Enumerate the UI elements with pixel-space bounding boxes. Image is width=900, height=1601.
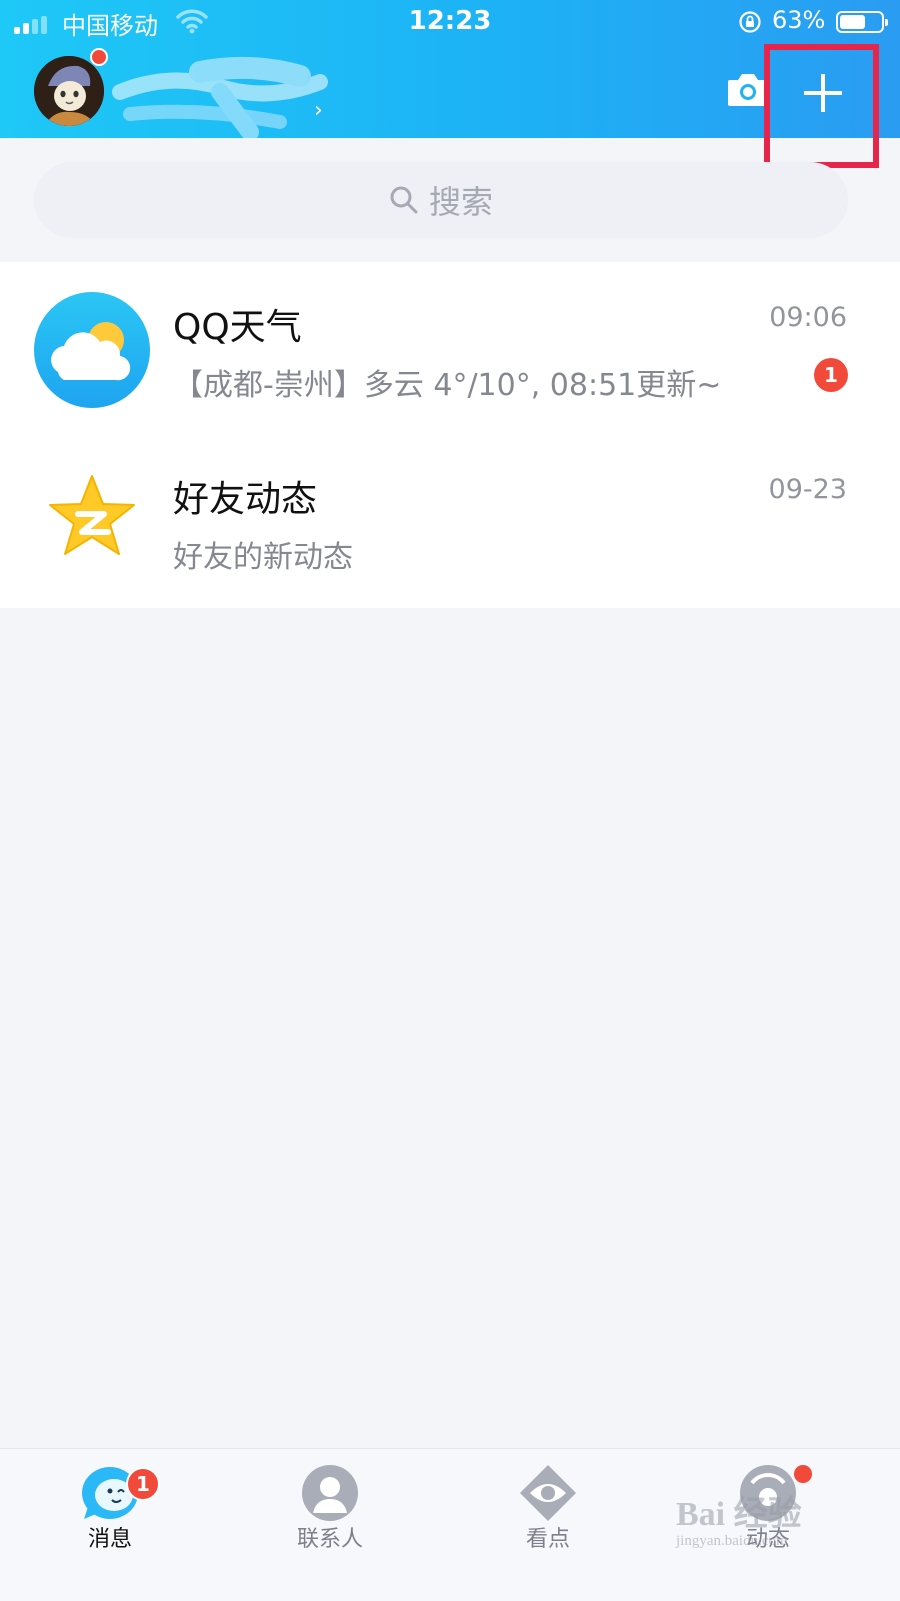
tab-view-points[interactable]: 看点 (468, 1449, 628, 1601)
conversation-list: QQ天气 【成都-崇州】多云 4°/10°, 08:51更新~ 09:06 1 … (0, 262, 900, 608)
weather-cloud-icon (34, 292, 150, 408)
tab-label: 联系人 (296, 1527, 363, 1552)
status-bar: 中国移动 12:23 63% (0, 0, 900, 46)
contacts-icon (302, 1465, 358, 1521)
search-icon (390, 186, 418, 214)
avatar[interactable] (34, 56, 104, 126)
watermark-line1: Bai 经验 (676, 1496, 802, 1533)
tab-unread-badge: 1 (126, 1467, 160, 1501)
baidu-watermark: Bai 经验 jingyan.baidu.com (676, 1486, 802, 1550)
conversation-title: QQ天气 (173, 307, 302, 348)
rotation-lock-icon (739, 11, 761, 33)
battery-percentage: 63% (772, 6, 826, 34)
tab-notification-dot (794, 1465, 812, 1483)
qzone-star-icon (49, 475, 135, 555)
battery-icon (836, 11, 888, 33)
search-placeholder: 搜索 (428, 183, 493, 221)
conversation-item-qq-weather[interactable]: QQ天气 【成都-崇州】多云 4°/10°, 08:51更新~ 09:06 1 (0, 262, 900, 434)
tab-label: 消息 (87, 1527, 132, 1552)
conversation-time: 09-23 (768, 474, 847, 505)
notification-dot (90, 48, 108, 66)
conversation-preview: 【成都-崇州】多云 4°/10°, 08:51更新~ (173, 368, 722, 403)
search-bar[interactable]: 搜索 (34, 162, 848, 238)
tab-messages[interactable]: 1 消息 (30, 1449, 190, 1601)
unread-badge: 1 (814, 358, 848, 392)
redaction-scribble (112, 56, 328, 138)
profile-chevron-icon[interactable]: › (314, 98, 323, 123)
conversation-time: 09:06 (769, 302, 847, 333)
status-time: 12:23 (408, 6, 492, 36)
conversation-title: 好友动态 (173, 479, 318, 520)
highlight-box (764, 44, 879, 168)
watermark-line2: jingyan.baidu.com (676, 1533, 788, 1549)
eye-icon (520, 1465, 576, 1521)
tab-contacts[interactable]: 联系人 (250, 1449, 410, 1601)
tab-label: 看点 (525, 1527, 570, 1552)
conversation-preview: 好友的新动态 (173, 540, 353, 575)
conversation-item-friend-updates[interactable]: 好友动态 好友的新动态 09-23 (0, 434, 900, 606)
